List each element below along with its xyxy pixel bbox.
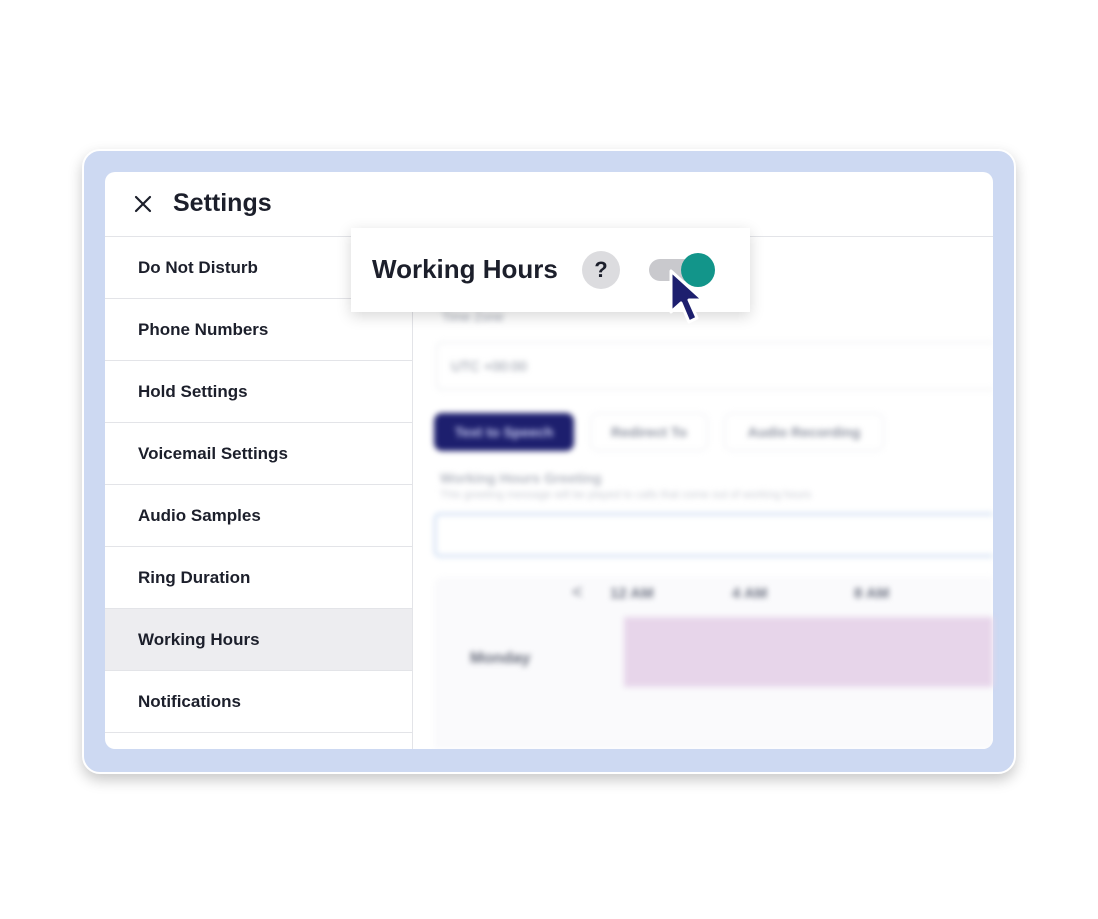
sidebar-item-ring-duration[interactable]: Ring Duration [105,547,412,609]
close-icon[interactable] [133,194,153,214]
settings-sidebar: Do Not Disturb Phone Numbers Hold Settin… [105,237,413,749]
sidebar-item-notifications[interactable]: Notifications [105,671,412,733]
schedule-day-label: Monday [470,650,531,667]
mouse-pointer-icon [669,269,705,324]
popover-title: Working Hours [372,254,558,284]
question-icon[interactable]: ? [582,251,620,289]
sidebar-item-working-hours[interactable]: Working Hours [105,609,412,671]
sidebar-item-audio-samples[interactable]: Audio Samples [105,485,412,547]
schedule-time: 8 AM [854,585,890,602]
schedule-time: 4 AM [732,585,768,602]
sidebar-item-hold-settings[interactable]: Hold Settings [105,361,412,423]
schedule-prev-arrow[interactable]: < [572,582,583,603]
schedule-time: 12 AM [610,585,654,602]
page-title: Settings [173,189,272,217]
sidebar-item-voicemail-settings[interactable]: Voicemail Settings [105,423,412,485]
schedule-hours-block[interactable] [624,617,993,687]
schedule-overlay: < 12 AM 4 AM 8 AM Monday [414,0,993,749]
